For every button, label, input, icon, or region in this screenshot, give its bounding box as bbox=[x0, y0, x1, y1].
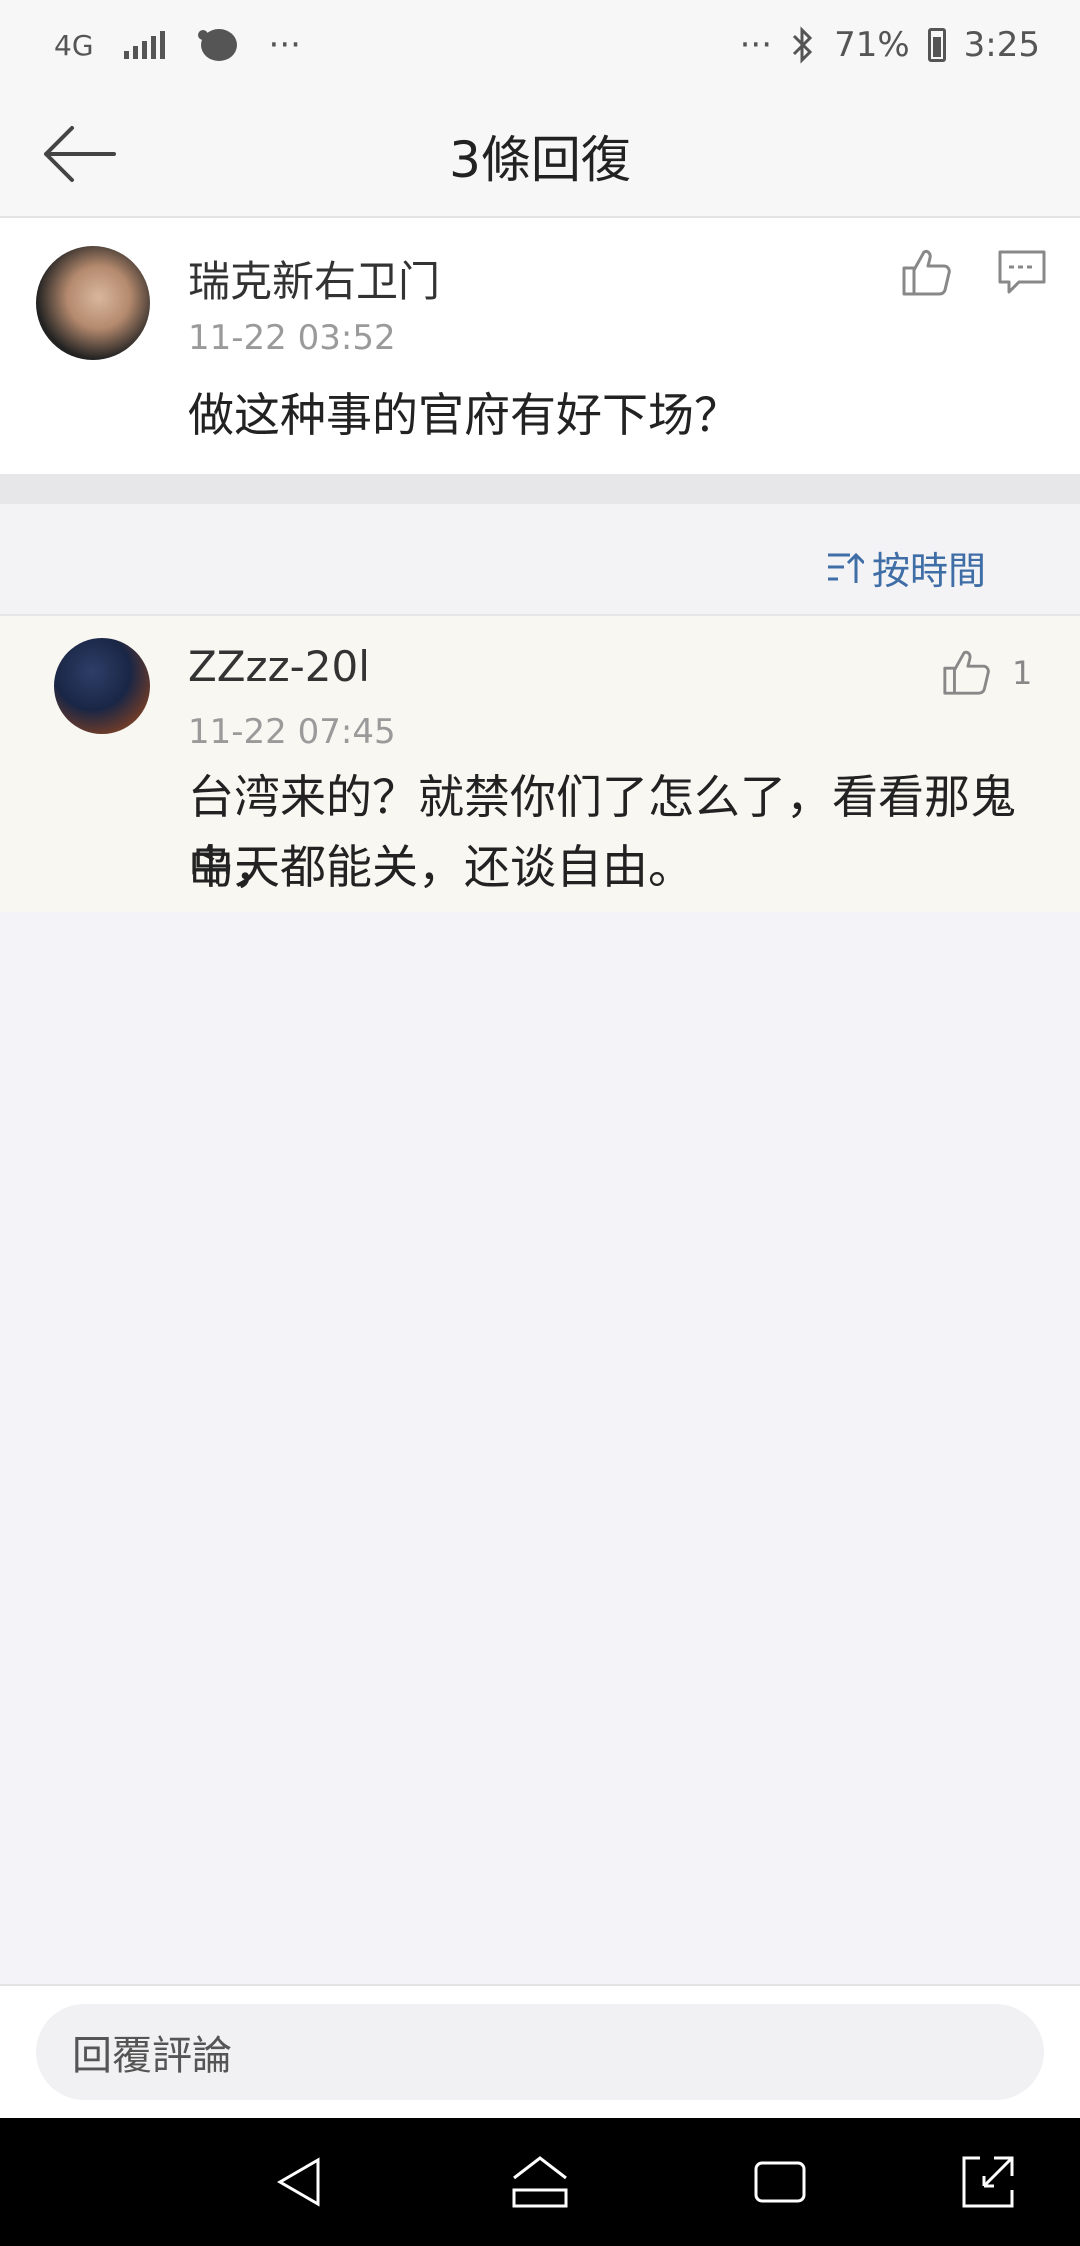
nav-home-icon bbox=[512, 2156, 568, 2208]
sort-row: 按時間 bbox=[0, 504, 1080, 616]
reply-bar: 回覆評論 bbox=[0, 1984, 1080, 2118]
navigation-bar bbox=[0, 2118, 1080, 2246]
nav-expand-button[interactable] bbox=[956, 2150, 1020, 2214]
reply-item: ZZzz-20l 11-22 07:45 台湾来的？就禁你们了怎么了，看看那鬼岛… bbox=[0, 616, 1080, 912]
status-left: 4G ··· bbox=[54, 25, 301, 65]
like-button[interactable] bbox=[896, 242, 956, 302]
section-divider bbox=[0, 474, 1080, 504]
status-right: ··· 71% 3:25 bbox=[740, 25, 1040, 65]
main-comment: 瑞克新右卫门 11-22 03:52 做这种事的官府有好下场？ bbox=[0, 218, 1080, 474]
reply-input[interactable]: 回覆評論 bbox=[36, 2004, 1044, 2100]
comment-text: 做这种事的官府有好下场？ bbox=[188, 388, 740, 442]
like-button[interactable] bbox=[938, 644, 994, 700]
nav-recent-button[interactable] bbox=[748, 2150, 812, 2214]
comment-username[interactable]: 瑞克新右卫门 bbox=[188, 248, 440, 309]
status-dots-right: ··· bbox=[739, 25, 773, 65]
sort-button[interactable]: 按時間 bbox=[826, 540, 986, 595]
nav-expand-icon bbox=[962, 2156, 1014, 2208]
reply-text-line-2: 中天都能关，还谈自由。 bbox=[188, 840, 694, 894]
thumbs-up-icon bbox=[943, 650, 990, 695]
thumbs-up-icon bbox=[902, 250, 951, 296]
app-notification-icon bbox=[195, 25, 239, 65]
bluetooth-icon bbox=[790, 26, 816, 64]
screen: 4G ··· ··· 71% 3:25 3條回復 瑞克新右卫门 11-22 03… bbox=[0, 0, 1080, 2246]
page-title: 3條回復 bbox=[449, 131, 631, 189]
nav-back-button[interactable] bbox=[268, 2150, 332, 2214]
nav-home-button[interactable] bbox=[508, 2150, 572, 2214]
header: 3條回復 bbox=[0, 90, 1080, 218]
battery-percent: 71% bbox=[834, 25, 910, 65]
signal-icon bbox=[123, 31, 165, 59]
status-dots-left: ··· bbox=[268, 25, 301, 65]
avatar[interactable] bbox=[54, 638, 150, 734]
nav-recent-icon bbox=[754, 2161, 806, 2203]
comment-icon bbox=[998, 250, 1046, 294]
avatar[interactable] bbox=[36, 246, 150, 360]
comment-timestamp: 11-22 03:52 bbox=[188, 318, 396, 358]
like-count: 1 bbox=[1012, 654, 1033, 692]
clock: 3:25 bbox=[963, 25, 1040, 65]
status-bar: 4G ··· ··· 71% 3:25 bbox=[0, 0, 1080, 90]
reply-timestamp: 11-22 07:45 bbox=[188, 712, 396, 752]
network-label: 4G bbox=[54, 28, 94, 62]
reply-username[interactable]: ZZzz-20l bbox=[188, 642, 370, 691]
sort-icon bbox=[827, 552, 864, 583]
battery-icon bbox=[927, 28, 946, 62]
comment-button[interactable] bbox=[992, 246, 1052, 298]
sort-label: 按時間 bbox=[871, 549, 986, 593]
nav-back-icon bbox=[277, 2157, 320, 2207]
